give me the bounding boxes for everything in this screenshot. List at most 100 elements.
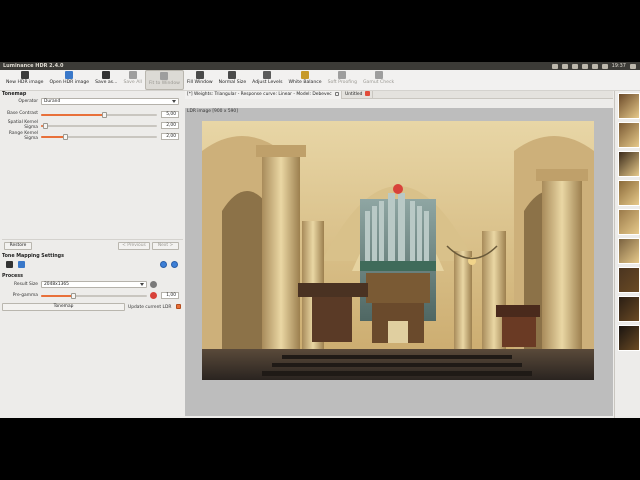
tonemap-preview-thumbnail[interactable] [618, 325, 640, 351]
toolbar-button-label: New HDR image [6, 80, 44, 85]
soft-proofing-button[interactable]: Soft Proofing [325, 70, 360, 90]
keyboard-layout-icon[interactable] [571, 63, 578, 69]
gamut-check-icon [374, 71, 383, 79]
tonemap-preview-thumbnail[interactable] [618, 180, 640, 206]
param-slider[interactable] [41, 133, 157, 140]
clock[interactable]: 19:37 [612, 62, 626, 70]
pregamma-spinbox[interactable]: 1,00 [161, 292, 179, 299]
adjust-levels-button[interactable]: Adjust Levels [249, 70, 285, 90]
param-slider[interactable] [41, 111, 157, 118]
tonemap-section-title: Tonemap [2, 92, 27, 97]
settings-back-icon[interactable] [160, 261, 167, 268]
tonemap-preview-thumbnail[interactable] [618, 238, 640, 264]
power-icon[interactable] [630, 63, 636, 69]
mail-indicator-icon[interactable] [601, 63, 608, 69]
tab-label: [*] Weights: Triangular - Response curve… [187, 92, 332, 97]
church-interior-image[interactable] [202, 121, 594, 380]
param-label: Spatial Kernel Sigma [7, 120, 38, 130]
open-hdr-icon [65, 71, 74, 79]
result-size-select[interactable]: 2048x1365 [41, 281, 147, 288]
fit-window-button[interactable]: Fit to Window [144, 70, 184, 90]
load-settings-icon[interactable] [18, 261, 25, 268]
image-tab[interactable]: Untitled [343, 91, 373, 99]
battery-icon[interactable] [581, 63, 588, 69]
system-tray: 19:37 [551, 62, 636, 70]
preview-panel [614, 91, 640, 418]
result-size-options-icon[interactable] [150, 281, 157, 288]
tonemap-button[interactable]: Tonemap [2, 303, 125, 311]
close-tab-icon[interactable] [365, 91, 371, 96]
normal-size-button[interactable]: Normal Size [216, 70, 250, 90]
param-spinbox[interactable]: 5,00 [161, 111, 179, 118]
slider-handle[interactable] [63, 133, 69, 140]
soft-proofing-icon [338, 71, 347, 79]
param-label: Base Contrast [7, 111, 38, 116]
next-button[interactable]: Next > [152, 242, 179, 250]
tonemap-preview-thumbnail[interactable] [618, 296, 640, 322]
dropbox-icon[interactable] [551, 63, 558, 69]
tonemap-preview-thumbnail[interactable] [618, 151, 640, 177]
toolbar-button-label: Fill Window [186, 80, 213, 85]
toolbar-button-label: Gamut Check [362, 80, 395, 85]
previous-button[interactable]: < Previous [118, 242, 150, 250]
fill-window-button[interactable]: Fill Window [184, 70, 216, 90]
save-button[interactable]: Save as... [92, 70, 120, 90]
tonemap-preview-thumbnail[interactable] [618, 267, 640, 293]
save-all-icon [128, 71, 137, 79]
save-all-button[interactable]: Save All [120, 70, 144, 90]
new-hdr-icon [20, 71, 29, 79]
operator-select[interactable]: Durand [41, 98, 179, 105]
pregamma-slider-handle[interactable] [71, 292, 77, 299]
param-label: Range Kernel Sigma [8, 131, 38, 141]
toolbar-button-label: White Balance [288, 80, 322, 85]
operator-label: Operator [18, 99, 38, 104]
main-toolbar: New HDR image Open HDR image Save as... Sav… [0, 70, 640, 91]
luminance-hdr-window: Luminance HDR 2.4.0 19:37 New HDR image O… [0, 62, 640, 418]
new-hdr-button[interactable]: New HDR image [3, 70, 46, 90]
image-tabs: [*] Weights: Triangular - Response curve… [185, 91, 613, 99]
toolbar-button-label: Save All [123, 80, 142, 85]
toolbar-button-label: Normal Size [218, 80, 247, 85]
white-balance-icon [301, 71, 310, 79]
toolbar-button-label: Save as... [95, 80, 118, 85]
slider-handle[interactable] [102, 111, 108, 118]
close-tab-icon[interactable] [334, 91, 339, 96]
operator-value: Durand [44, 99, 61, 104]
param-spinbox[interactable]: 2,00 [161, 122, 179, 129]
volume-icon[interactable] [591, 63, 598, 69]
tonemap-preview-thumbnail[interactable] [618, 122, 640, 148]
result-size-label: Result Size [14, 282, 38, 287]
result-size-value: 2048x1365 [44, 282, 69, 287]
pregamma-reset-icon[interactable] [150, 292, 157, 299]
network-icon[interactable] [561, 63, 568, 69]
chevron-down-icon [140, 283, 144, 286]
open-hdr-button[interactable]: Open HDR image [46, 70, 92, 90]
param-slider[interactable] [41, 122, 157, 129]
tonemap-button-label: Tonemap [53, 304, 74, 309]
window-title: Luminance HDR 2.4.0 [3, 63, 64, 69]
slider-handle[interactable] [43, 122, 49, 129]
restore-button[interactable]: Restore [4, 242, 32, 250]
white-balance-button[interactable]: White Balance [286, 70, 325, 90]
divider [2, 239, 183, 240]
normal-size-icon [228, 71, 237, 79]
chevron-down-icon [172, 100, 176, 103]
next-label: Next > [157, 243, 174, 248]
tonemapping-panel: Tonemap Operator Durand Restore < Previo… [0, 91, 185, 418]
gamut-check-button[interactable]: Gamut Check [360, 70, 397, 90]
image-viewer[interactable]: LDR image [900 x 590] [185, 108, 613, 416]
toolbar-button-label: Fit to Window [148, 81, 180, 86]
fill-window-icon [195, 71, 204, 79]
tonemap-preview-thumbnail[interactable] [618, 209, 640, 235]
settings-forward-icon[interactable] [171, 261, 178, 268]
viewer-label: LDR image [900 x 590] [187, 109, 238, 114]
tonemap-preview-thumbnail[interactable] [618, 93, 640, 119]
update-current-ldr-label: Update current LDR [128, 305, 172, 310]
save-icon [102, 71, 111, 79]
update-current-ldr-checkbox[interactable] [176, 304, 181, 309]
image-tab[interactable]: [*] Weights: Triangular - Response curve… [185, 91, 342, 99]
param-spinbox[interactable]: 2,00 [161, 133, 179, 140]
tone-mapping-settings-title: Tone Mapping Settings [2, 254, 64, 259]
save-settings-icon[interactable] [6, 261, 13, 268]
pregamma-slider[interactable] [41, 292, 147, 299]
